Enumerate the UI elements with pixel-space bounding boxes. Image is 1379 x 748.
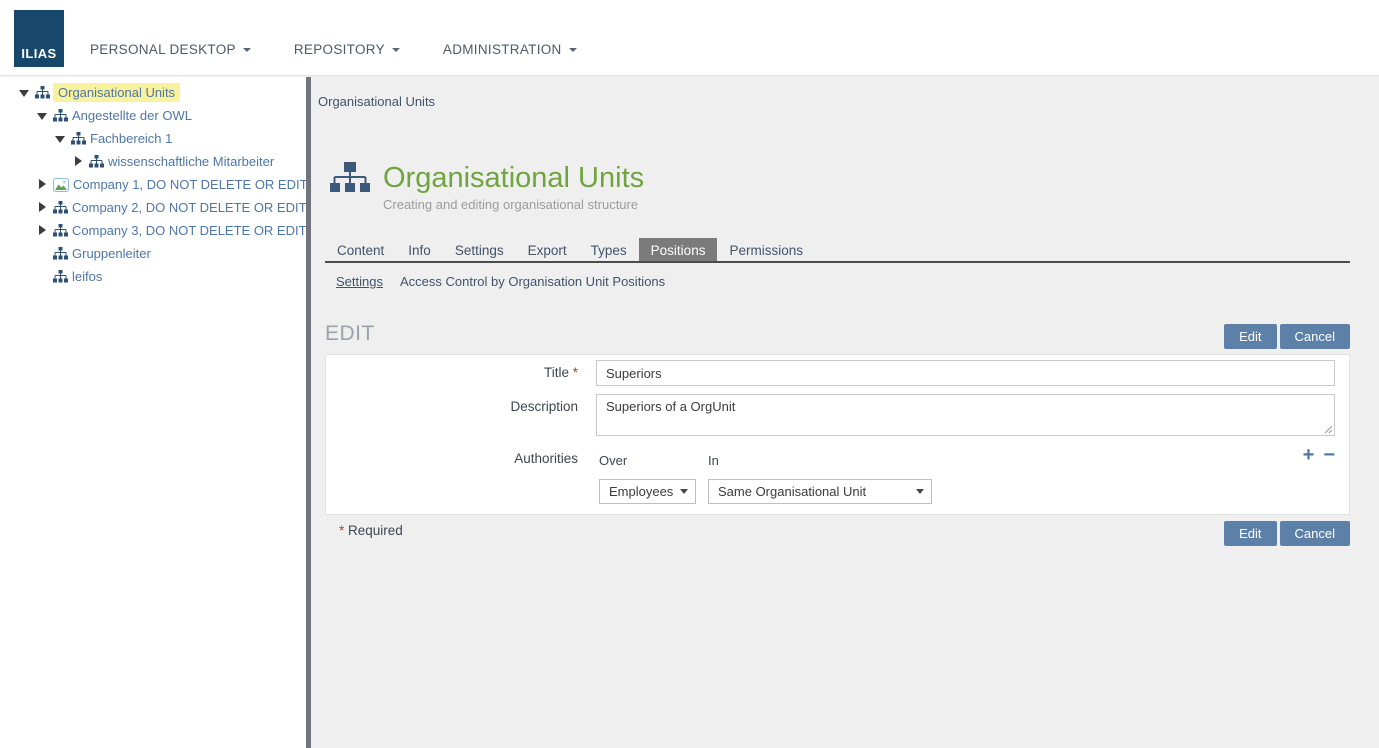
tree-item-link[interactable]: Company 3, DO NOT DELETE OR EDIT!!! — [72, 223, 306, 238]
expand-icon[interactable] — [72, 155, 89, 169]
tree-item: leifos — [0, 265, 306, 288]
menu-administration[interactable]: ADMINISTRATION — [443, 42, 577, 57]
page-title: Organisational Units — [383, 162, 644, 194]
main-menu: PERSONAL DESKTOP REPOSITORY ADMINISTRATI… — [90, 42, 577, 57]
tree-item-link[interactable]: Gruppenleiter — [72, 246, 151, 261]
orgunit-icon — [71, 132, 86, 145]
collapse-icon[interactable] — [54, 132, 71, 146]
select-caret-icon — [916, 489, 924, 494]
tree-item: Company 2, DO NOT DELETE OR EDIT!!! — [0, 196, 306, 219]
orgunit-icon — [53, 201, 68, 214]
tab-types[interactable]: Types — [579, 238, 639, 261]
expand-icon[interactable] — [36, 224, 53, 238]
over-select[interactable]: Employees — [599, 479, 696, 504]
orgunit-icon — [89, 155, 104, 168]
orgunit-icon — [53, 270, 68, 283]
in-select[interactable]: Same Organisational Unit — [708, 479, 932, 504]
tree-item-link[interactable]: Organisational Units — [53, 83, 180, 102]
add-authority-icon[interactable]: + — [1303, 445, 1315, 465]
cancel-button[interactable]: Cancel — [1280, 324, 1350, 349]
edit-button[interactable]: Edit — [1224, 521, 1276, 546]
tree-item-link[interactable]: Company 1, DO NOT DELETE OR EDIT!!! — [73, 177, 306, 192]
title-label: Title * — [326, 365, 578, 380]
ilias-logo-text: ILIAS — [14, 46, 64, 61]
subtab-access-control[interactable]: Access Control by Organisation Unit Posi… — [400, 274, 665, 289]
in-select-value: Same Organisational Unit — [718, 484, 866, 499]
tree-item: Company 3, DO NOT DELETE OR EDIT!!! — [0, 219, 306, 242]
menu-label: REPOSITORY — [294, 42, 385, 57]
remove-authority-icon[interactable]: − — [1323, 445, 1335, 465]
subtab-settings[interactable]: Settings — [336, 274, 383, 289]
tab-settings[interactable]: Settings — [443, 238, 516, 261]
tree-item-link[interactable]: leifos — [72, 269, 102, 284]
orgunit-icon — [53, 109, 68, 122]
chevron-down-icon — [569, 48, 577, 52]
subtab-bar: Settings Access Control by Organisation … — [336, 274, 665, 289]
expander-spacer — [36, 247, 53, 261]
ilias-logo[interactable]: ILIAS — [14, 10, 64, 67]
top-bar: ILIAS PERSONAL DESKTOP REPOSITORY ADMINI… — [0, 0, 1379, 76]
title-input[interactable] — [596, 360, 1335, 386]
edit-form: Title * Description Superiors of a OrgUn… — [325, 354, 1350, 515]
chevron-down-icon — [243, 48, 251, 52]
tree-item: Fachbereich 1 — [0, 127, 306, 150]
form-section-title: EDIT — [325, 322, 375, 346]
tab-info[interactable]: Info — [396, 238, 443, 261]
page-header: Organisational Units Creating and editin… — [330, 162, 644, 212]
tab-positions[interactable]: Positions — [639, 238, 718, 261]
orgunit-icon — [53, 247, 68, 260]
cancel-button[interactable]: Cancel — [1280, 521, 1350, 546]
page-header-text: Organisational Units Creating and editin… — [383, 162, 644, 212]
category-icon — [53, 178, 69, 192]
tree-item-link[interactable]: Angestellte der OWL — [72, 108, 192, 123]
collapse-icon[interactable] — [36, 109, 53, 123]
tree-item-link[interactable]: wissenschaftliche Mitarbeiter — [108, 154, 274, 169]
description-label: Description — [326, 399, 578, 414]
menu-label: ADMINISTRATION — [443, 42, 562, 57]
collapse-icon[interactable] — [18, 86, 35, 100]
expand-icon[interactable] — [36, 201, 53, 215]
authority-row-actions: + − — [1303, 445, 1335, 465]
page-subtitle: Creating and editing organisational stru… — [383, 197, 644, 212]
tree-item: wissenschaftliche Mitarbeiter — [0, 150, 306, 173]
tree-item: Angestellte der OWL — [0, 104, 306, 127]
form-buttons-bottom: Edit Cancel — [1224, 521, 1350, 546]
orgunit-icon — [53, 224, 68, 237]
menu-personal-desktop[interactable]: PERSONAL DESKTOP — [90, 42, 251, 57]
tree-item: Company 1, DO NOT DELETE OR EDIT!!! — [0, 173, 306, 196]
title-label-text: Title — [544, 365, 569, 380]
tree-item-link[interactable]: Fachbereich 1 — [90, 131, 172, 146]
orgunit-icon — [35, 86, 50, 99]
required-note-text: Required — [348, 523, 403, 538]
required-note: * Required — [339, 523, 403, 538]
tree-item: Gruppenleiter — [0, 242, 306, 265]
over-select-value: Employees — [609, 484, 673, 499]
edit-button[interactable]: Edit — [1224, 324, 1276, 349]
tree-sidebar: Organisational Units Angestellte der OWL… — [0, 77, 306, 748]
chevron-down-icon — [392, 48, 400, 52]
tab-content[interactable]: Content — [325, 238, 396, 261]
required-asterisk: * — [339, 523, 344, 538]
authorities-label: Authorities — [326, 451, 578, 466]
tree-item: Organisational Units — [0, 81, 306, 104]
tab-export[interactable]: Export — [516, 238, 579, 261]
menu-label: PERSONAL DESKTOP — [90, 42, 236, 57]
in-column-label: In — [708, 453, 719, 468]
description-textarea[interactable]: Superiors of a OrgUnit — [596, 394, 1335, 436]
over-column-label: Over — [599, 453, 627, 468]
tab-bar: Content Info Settings Export Types Posit… — [325, 238, 1350, 263]
required-asterisk: * — [573, 365, 578, 380]
breadcrumb[interactable]: Organisational Units — [318, 94, 435, 109]
expand-icon[interactable] — [36, 178, 53, 192]
orgunit-tree: Organisational Units Angestellte der OWL… — [0, 77, 306, 288]
tree-item-link[interactable]: Company 2, DO NOT DELETE OR EDIT!!! — [72, 200, 306, 215]
expander-spacer — [36, 270, 53, 284]
select-caret-icon — [680, 489, 688, 494]
tab-permissions[interactable]: Permissions — [717, 238, 815, 261]
form-buttons-top: Edit Cancel — [1224, 324, 1350, 349]
orgunit-header-icon — [330, 162, 370, 196]
menu-repository[interactable]: REPOSITORY — [294, 42, 400, 57]
main-content: Organisational Units Organisational Unit… — [311, 77, 1379, 748]
